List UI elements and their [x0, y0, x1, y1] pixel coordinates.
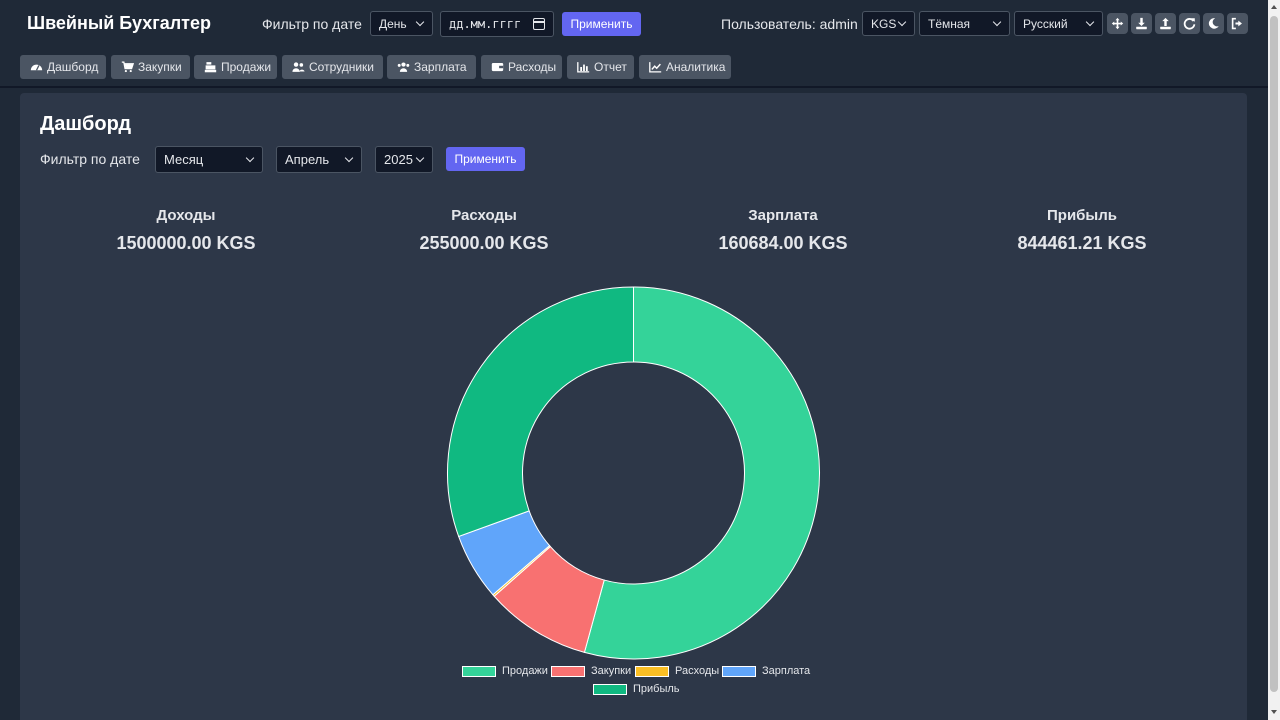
- refresh-button[interactable]: [1179, 13, 1200, 34]
- legend-item[interactable]: Зарплата: [722, 665, 810, 677]
- dashboard-card: Дашборд Фильтр по дате Месяц Апрель 2025…: [20, 93, 1247, 720]
- wallet-icon: [491, 62, 504, 72]
- language-select-value: Русский: [1023, 16, 1068, 31]
- tab-label: Сотрудники: [309, 60, 374, 74]
- tab-analytics[interactable]: Аналитика: [639, 55, 731, 79]
- tab-label: Дашборд: [47, 60, 99, 74]
- chevron-down-icon: [416, 20, 424, 28]
- tab-sales[interactable]: Продажи: [194, 55, 277, 79]
- tab-report[interactable]: Отчет: [567, 55, 634, 79]
- move-icon: [1111, 17, 1124, 30]
- download-icon: [1136, 17, 1147, 30]
- users-icon: [397, 62, 410, 72]
- header-divider: [0, 86, 1268, 88]
- bar-chart-icon: [577, 62, 590, 73]
- legend-swatch: [635, 665, 669, 677]
- legend-swatch: [551, 665, 585, 677]
- tachometer-icon: [30, 64, 43, 71]
- legend-item[interactable]: Расходы: [635, 665, 719, 677]
- legend-label: Продажи: [502, 665, 548, 677]
- upload-button[interactable]: [1155, 13, 1176, 34]
- scrollbar[interactable]: [1268, 0, 1280, 720]
- top-bar: Швейный Бухгалтер Фильтр по дате День дд…: [0, 0, 1268, 48]
- line-chart-icon: [649, 62, 662, 73]
- legend-swatch: [462, 665, 496, 677]
- scroll-thumb[interactable]: [1270, 16, 1278, 692]
- chevron-down-icon: [993, 20, 1001, 28]
- logout-button[interactable]: [1227, 13, 1248, 34]
- cart-icon: [121, 61, 134, 73]
- legend-label: Закупки: [591, 665, 632, 677]
- legend-item[interactable]: Продажи: [462, 665, 548, 677]
- refresh-icon: [1183, 18, 1196, 30]
- currency-select-value: KGS: [871, 16, 897, 31]
- user-friends-icon: [292, 62, 305, 72]
- tab-dashboard[interactable]: Дашборд: [20, 55, 106, 79]
- theme-select-value: Тёмная: [928, 16, 971, 31]
- date-filter-label: Фильтр по дате: [262, 16, 362, 32]
- tab-label: Зарплата: [414, 60, 467, 74]
- user-label: Пользователь: admin: [721, 16, 858, 32]
- legend-item[interactable]: Прибыль: [593, 683, 680, 695]
- cash-register-icon: [204, 62, 217, 73]
- tab-label: Расходы: [508, 60, 557, 74]
- scroll-down-arrow[interactable]: [1271, 710, 1277, 714]
- period-select-value: День: [379, 16, 407, 31]
- language-select[interactable]: Русский: [1014, 11, 1103, 36]
- legend-label: Зарплата: [762, 665, 811, 677]
- legend-label: Прибыль: [633, 683, 680, 695]
- calendar-icon[interactable]: [533, 18, 545, 30]
- tab-purchases[interactable]: Закупки: [111, 55, 190, 79]
- chevron-down-icon: [898, 20, 906, 28]
- tab-salary[interactable]: Зарплата: [387, 55, 476, 79]
- moon-icon: [1208, 18, 1219, 29]
- dark-mode-button[interactable]: [1203, 13, 1224, 34]
- logout-icon: [1231, 17, 1242, 30]
- theme-select[interactable]: Тёмная: [919, 11, 1010, 36]
- tab-label: Отчет: [594, 60, 627, 74]
- date-placeholder: дд.мм.гггг: [449, 17, 522, 31]
- legend-item[interactable]: Закупки: [551, 665, 631, 677]
- currency-select[interactable]: KGS: [862, 11, 915, 36]
- app-title: Швейный Бухгалтер: [27, 13, 212, 33]
- upload-icon: [1160, 17, 1171, 30]
- legend-swatch: [593, 683, 627, 695]
- date-input[interactable]: дд.мм.гггг: [440, 11, 554, 37]
- tab-label: Аналитика: [666, 60, 726, 74]
- download-button[interactable]: [1131, 13, 1152, 34]
- legend-label: Расходы: [675, 665, 720, 677]
- apply-button[interactable]: Применить: [562, 12, 641, 36]
- legend-swatch: [722, 665, 756, 677]
- tab-employees[interactable]: Сотрудники: [282, 55, 383, 79]
- scroll-up-arrow[interactable]: [1271, 5, 1277, 9]
- donut-slice-4[interactable]: [447, 286, 634, 538]
- tab-label: Продажи: [221, 60, 272, 74]
- period-select[interactable]: День: [370, 11, 433, 36]
- move-button[interactable]: [1107, 13, 1128, 34]
- chevron-down-icon: [1086, 20, 1094, 28]
- tab-label: Закупки: [138, 60, 182, 74]
- donut-chart: [447, 286, 820, 660]
- tab-expenses[interactable]: Расходы: [481, 55, 562, 79]
